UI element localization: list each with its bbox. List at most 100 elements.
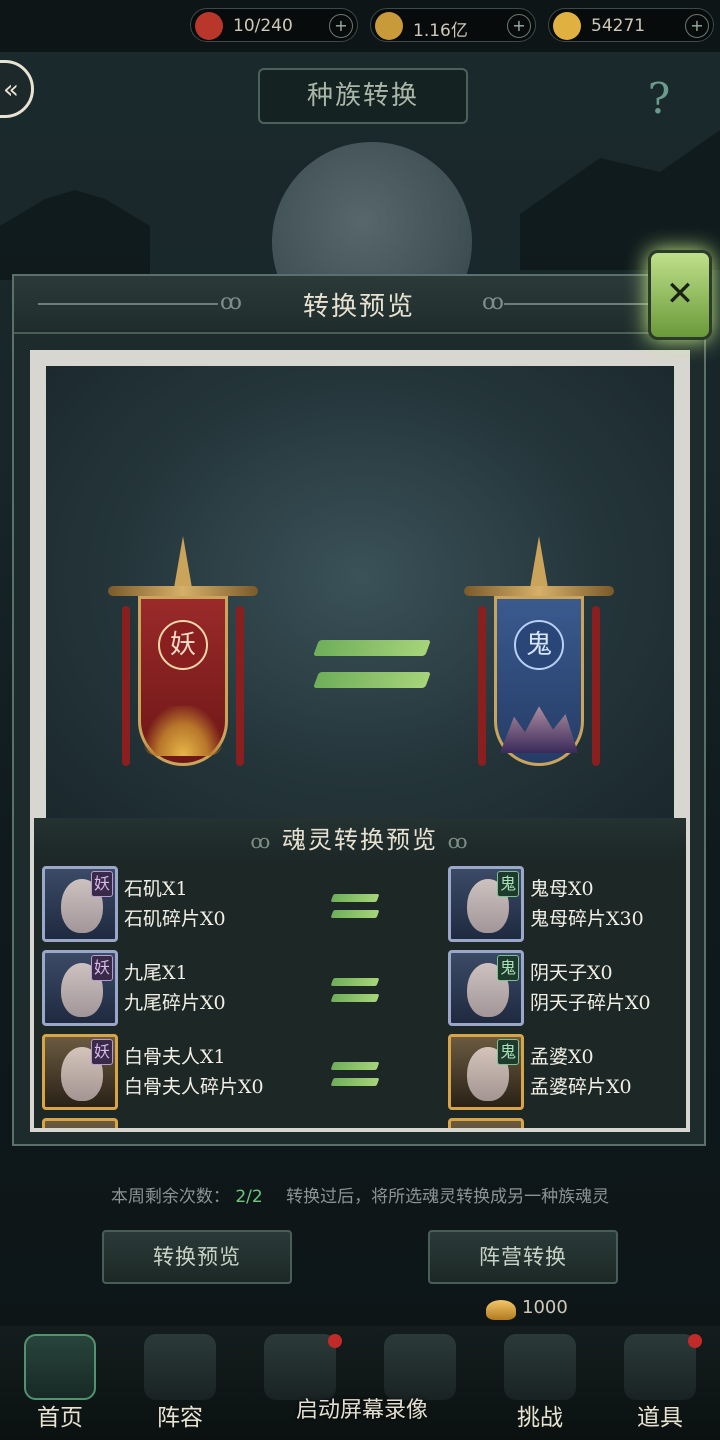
coin-value: 1.16亿	[413, 21, 468, 41]
gui-emblem: 鬼	[514, 620, 564, 670]
swirl-icon: ꝏ	[482, 290, 504, 315]
race-tag: 妖	[91, 955, 113, 981]
resource-bar: 10/240 + 1.16亿 + 54271 +	[0, 0, 720, 52]
flame-pattern	[144, 706, 222, 756]
from-soul-count: 九尾X1	[124, 962, 188, 984]
yao-race-banner: 妖	[108, 536, 258, 786]
gold-ingot-icon	[553, 12, 581, 40]
add-gold-button[interactable]: +	[685, 14, 709, 38]
add-coin-button[interactable]: +	[507, 14, 531, 38]
tree-silhouette	[520, 130, 720, 270]
add-bag-button[interactable]: +	[329, 14, 353, 38]
from-soul-count: 石矶X1	[124, 878, 188, 900]
help-icon[interactable]: ?	[624, 66, 694, 132]
nav-items[interactable]: 道具	[600, 1326, 720, 1440]
avatar-mengpo[interactable]: 鬼	[448, 1034, 524, 1110]
to-soul-count: 鬼母X0	[530, 878, 594, 900]
list-item: 妖 石矶X1 石矶碎片X0 鬼 鬼母X0 鬼母碎片X30	[34, 866, 686, 948]
race-tag: 鬼	[497, 1039, 519, 1065]
conversion-hint: 转换过后，将所选魂灵转换成另一种族魂灵	[286, 1187, 610, 1207]
swap-arrows-icon	[330, 888, 380, 922]
race-tag: 鬼	[497, 871, 519, 897]
conversion-preview-modal: ꝏ 转换预览 ꝏ 妖 鬼 ꝏ 魂灵转换预览 ꝏ 妖 石矶X1 石矶碎片X0 鬼 …	[12, 274, 706, 1146]
to-shard-count: 阴天子碎片X0	[530, 992, 651, 1014]
coin-icon	[375, 12, 403, 40]
screen-record-overlay[interactable]: 启动屏幕录像	[262, 1392, 462, 1424]
close-button[interactable]: ✕	[648, 250, 712, 340]
race-tag: 妖	[91, 871, 113, 897]
back-button[interactable]: «	[0, 60, 34, 118]
avatar-baigufuren[interactable]: 妖	[42, 1034, 118, 1110]
bag-icon	[624, 1334, 696, 1400]
banner-tassel	[592, 606, 600, 766]
from-shard-count: 白骨夫人碎片X0	[124, 1076, 264, 1098]
close-icon: ✕	[665, 274, 695, 314]
nav-label: 首页	[37, 1405, 83, 1431]
swap-arrows-icon	[330, 1056, 380, 1090]
swap-arrows-icon	[313, 628, 431, 698]
nav-label: 道具	[637, 1405, 683, 1431]
remaining-label: 本周剩余次数：	[110, 1187, 230, 1207]
avatar-shiji[interactable]: 妖	[42, 866, 118, 942]
remaining-count: 2/2	[235, 1187, 263, 1207]
modal-content: 妖 鬼 ꝏ 魂灵转换预览 ꝏ 妖 石矶X1 石矶碎片X0 鬼 鬼母X0 鬼母碎片…	[30, 350, 690, 1132]
gold-ingot-icon	[486, 1300, 516, 1320]
bag-icon	[195, 12, 223, 40]
scroll-icon	[504, 1334, 576, 1400]
banner-tassel	[478, 606, 486, 766]
avatar-jiuwei[interactable]: 妖	[42, 950, 118, 1026]
swap-arrows-icon	[330, 972, 380, 1006]
banner-spike	[530, 536, 548, 588]
to-soul-count: 孟婆X0	[530, 1046, 594, 1068]
banner-pole	[464, 586, 614, 596]
crossed-swords-icon	[384, 1334, 456, 1400]
bag-capacity: 10/240 +	[190, 8, 358, 42]
race-tag: 妖	[91, 1039, 113, 1065]
avatar-partial[interactable]	[42, 1118, 118, 1128]
race-tag: 鬼	[497, 955, 519, 981]
yao-emblem: 妖	[158, 620, 208, 670]
nav-label: 挑战	[517, 1405, 563, 1431]
list-item-partial	[34, 1118, 686, 1128]
race-swap-stage: 妖 鬼	[46, 366, 674, 834]
to-shard-count: 鬼母碎片X30	[530, 908, 644, 930]
page-title: 种族转换	[258, 68, 468, 124]
cost-value: 1000	[522, 1297, 568, 1318]
to-shard-count: 孟婆碎片X0	[530, 1076, 632, 1098]
avatar-partial[interactable]	[448, 1118, 524, 1128]
list-item: 妖 九尾X1 九尾碎片X0 鬼 阴天子X0 阴天子碎片X0	[34, 950, 686, 1032]
coin-balance: 1.16亿 +	[370, 8, 536, 42]
gui-race-banner: 鬼	[464, 536, 614, 786]
gold-balance: 54271 +	[548, 8, 714, 42]
arrow-left	[313, 672, 431, 688]
notification-dot	[328, 1334, 342, 1348]
pagoda-silhouette	[0, 190, 150, 280]
avatar-yintianzi[interactable]: 鬼	[448, 950, 524, 1026]
from-soul-count: 白骨夫人X1	[124, 1046, 226, 1068]
weekly-remaining-info: 本周剩余次数： 2/2 转换过后，将所选魂灵转换成另一种族魂灵	[0, 1182, 720, 1207]
cards-icon	[144, 1334, 216, 1400]
nav-challenge[interactable]: 挑战	[480, 1326, 600, 1440]
from-shard-count: 九尾碎片X0	[124, 992, 226, 1014]
preview-button[interactable]: 转换预览	[102, 1230, 292, 1284]
preview-list-title: ꝏ 魂灵转换预览 ꝏ	[34, 818, 686, 862]
swirl-icon: ꝏ	[250, 829, 273, 853]
soul-preview-list[interactable]: ꝏ 魂灵转换预览 ꝏ 妖 石矶X1 石矶碎片X0 鬼 鬼母X0 鬼母碎片X30 …	[34, 818, 686, 1128]
banner-tassel	[236, 606, 244, 766]
gold-value: 54271	[591, 16, 646, 36]
notification-dot	[688, 1334, 702, 1348]
banner-pole	[108, 586, 258, 596]
list-item: 妖 白骨夫人X1 白骨夫人碎片X0 鬼 孟婆X0 孟婆碎片X0	[34, 1034, 686, 1116]
modal-header: ꝏ 转换预览 ꝏ	[14, 276, 704, 334]
convert-faction-button[interactable]: 阵营转换	[428, 1230, 618, 1284]
avatar-guimu[interactable]: 鬼	[448, 866, 524, 942]
nav-home[interactable]: 首页	[0, 1326, 120, 1440]
back-icon: «	[3, 75, 19, 105]
to-soul-count: 阴天子X0	[530, 962, 613, 984]
nav-lineup[interactable]: 阵容	[120, 1326, 240, 1440]
from-shard-count: 石矶碎片X0	[124, 908, 226, 930]
arrow-right	[313, 640, 431, 656]
banner-spike	[174, 536, 192, 588]
bag-capacity-value: 10/240	[233, 16, 293, 36]
sword-icon	[264, 1334, 336, 1400]
